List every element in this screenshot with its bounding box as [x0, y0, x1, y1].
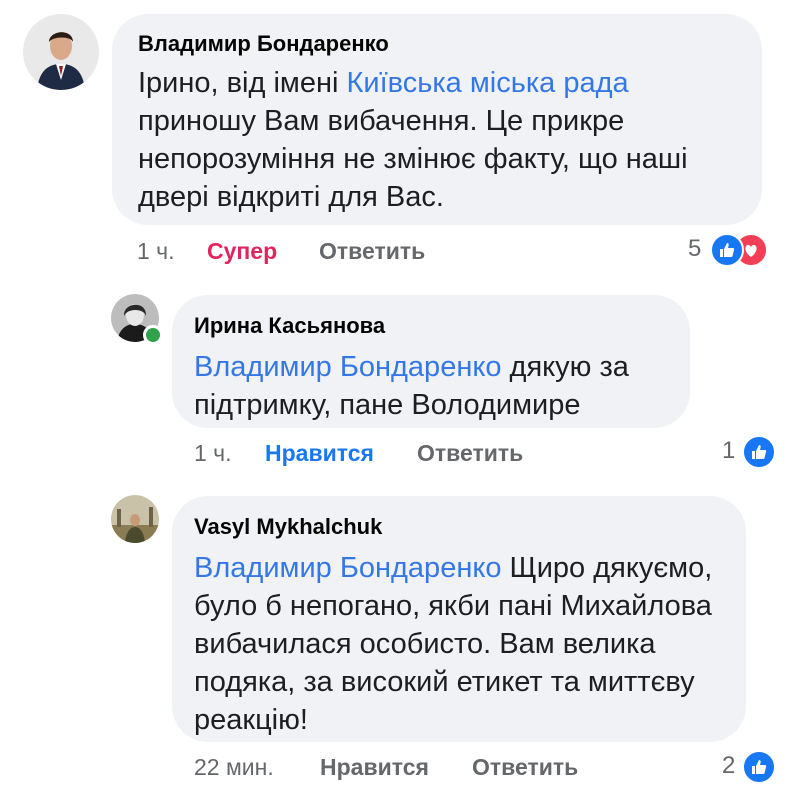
- comment-bubble: Ирина Касьянова Владимир Бондаренко дяку…: [172, 295, 690, 428]
- reaction-count: 5: [688, 235, 702, 262]
- comment-author[interactable]: Ирина Касьянова: [194, 312, 670, 340]
- reaction-summary[interactable]: 5: [688, 233, 778, 267]
- comment-text: Владимир Бондаренко дякую за підтримку, …: [194, 348, 670, 424]
- like-icon: [710, 233, 744, 267]
- like-icon: [742, 750, 776, 784]
- mention-link[interactable]: Київська міська рада: [347, 67, 629, 99]
- like-button[interactable]: Нравится: [265, 440, 374, 467]
- comment-actions: 1 ч. Нравится Ответить: [194, 440, 754, 470]
- online-status-indicator: [143, 325, 163, 345]
- super-reaction-button[interactable]: Супер: [207, 238, 277, 265]
- reaction-count: 1: [722, 437, 736, 464]
- timestamp[interactable]: 1 ч.: [194, 440, 232, 467]
- comment-text-after: приношу Вам вибачення. Це прикре непороз…: [138, 105, 688, 213]
- reaction-summary[interactable]: 2: [722, 750, 782, 784]
- comment-actions: 1 ч. Супер Ответить: [137, 238, 777, 268]
- avatar-vasyl[interactable]: [111, 495, 159, 543]
- comment-text: Ірино, від імені Київська міська рада пр…: [138, 64, 738, 216]
- comment-author[interactable]: Владимир Бондаренко: [138, 30, 738, 58]
- reaction-count: 2: [722, 752, 736, 779]
- mention-link[interactable]: Владимир Бондаренко: [194, 552, 501, 584]
- comment-bubble: Vasyl Mykhalchuk Владимир Бондаренко Щир…: [172, 496, 746, 742]
- reply-button[interactable]: Ответить: [417, 440, 523, 467]
- comment-actions: 22 мин. Нравится Ответить: [194, 754, 754, 784]
- comment-text-before: Ірино, від імені: [138, 67, 347, 99]
- like-icon: [742, 435, 776, 469]
- reaction-summary[interactable]: 1: [722, 435, 782, 469]
- comment-author[interactable]: Vasyl Mykhalchuk: [194, 513, 726, 541]
- avatar-vladimir[interactable]: [23, 14, 99, 90]
- mention-link[interactable]: Владимир Бондаренко: [194, 351, 501, 383]
- reply-button[interactable]: Ответить: [319, 238, 425, 265]
- timestamp[interactable]: 1 ч.: [137, 238, 175, 265]
- comment-text: Владимир Бондаренко Щиро дякуємо, було б…: [194, 549, 726, 739]
- comment-bubble: Владимир Бондаренко Ірино, від імені Киї…: [112, 14, 762, 225]
